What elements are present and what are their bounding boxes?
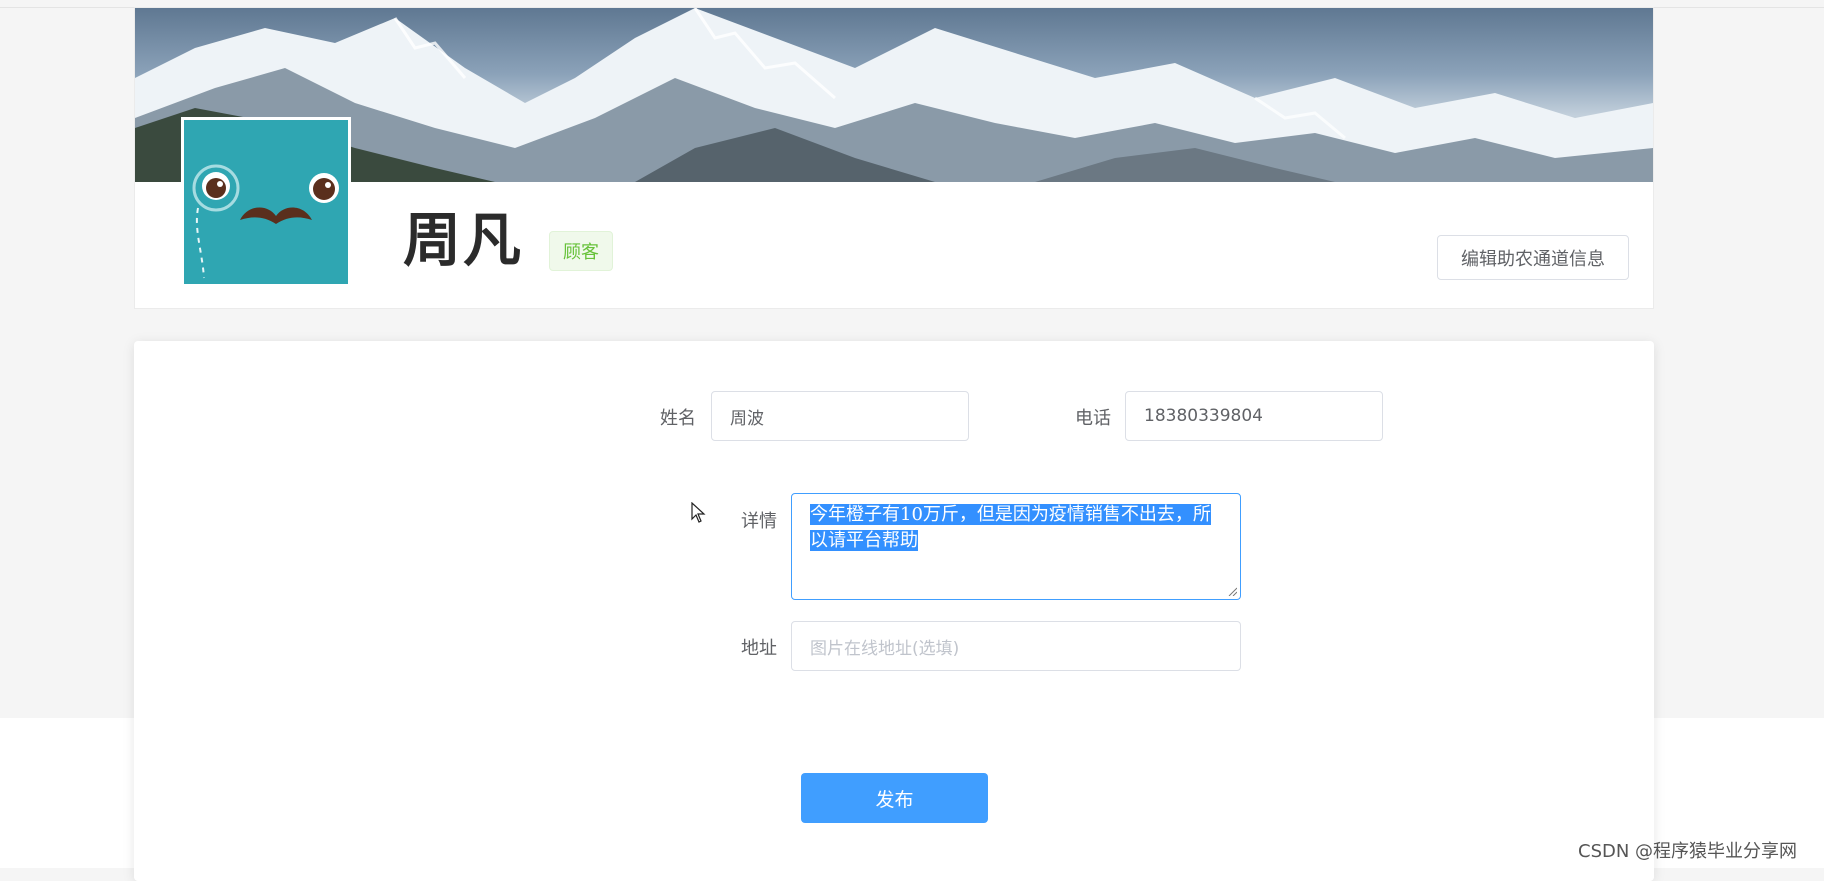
resize-grip-icon[interactable] — [1227, 586, 1237, 596]
publish-button[interactable]: 发布 — [801, 773, 988, 823]
address-label: 地址 — [741, 638, 777, 659]
phone-label: 电话 — [1075, 408, 1111, 429]
profile-banner-image — [135, 8, 1653, 182]
detail-label: 详情 — [741, 511, 777, 532]
monocle-mustache-icon — [184, 120, 348, 284]
profile-card: 周凡 顾客 编辑助农通道信息 — [134, 7, 1654, 309]
detail-text: 今年橙子有10万斤，但是因为疫情销售不出去，所以请平台帮助 — [810, 504, 1211, 551]
watermark: CSDN @程序猿毕业分享网 — [1578, 841, 1798, 862]
name-input[interactable]: 周波 — [711, 391, 969, 441]
address-input[interactable]: 图片在线地址(选填) — [791, 621, 1241, 671]
role-tag: 顾客 — [549, 231, 613, 271]
name-label: 姓名 — [660, 408, 696, 429]
user-name: 周凡 — [403, 206, 524, 274]
phone-input[interactable]: 18380339804 — [1125, 391, 1383, 441]
detail-textarea[interactable]: 今年橙子有10万斤，但是因为疫情销售不出去，所以请平台帮助 — [791, 493, 1241, 600]
avatar — [181, 117, 351, 287]
mouse-pointer-icon — [691, 502, 706, 523]
edit-channel-info-button[interactable]: 编辑助农通道信息 — [1437, 235, 1629, 280]
